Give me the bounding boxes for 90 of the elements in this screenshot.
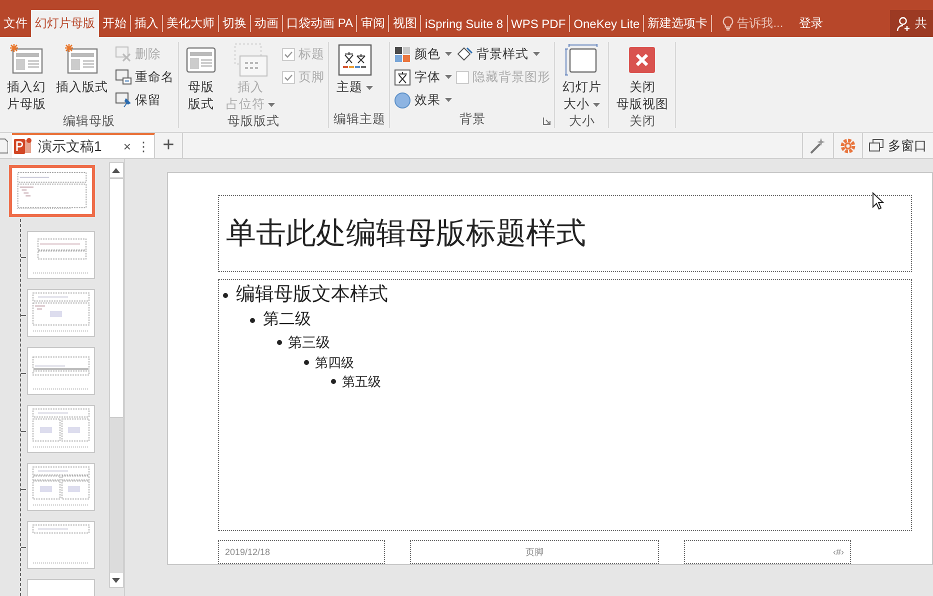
slide-thumbnail[interactable] [27,521,95,569]
ribbon-button[interactable]: 保留 [115,90,174,110]
ribbon-tab[interactable]: 视图 [389,10,420,37]
bullet-text: 编辑母版文本样式 [236,283,388,308]
ribbon-tab[interactable]: 切换 [219,10,250,37]
new-tab-button[interactable]: + [155,133,183,158]
ribbon-tab[interactable]: OneKey Lite [570,10,644,37]
multi-window-button[interactable]: 多窗口 [862,133,933,158]
dropdown-caret-icon [366,86,373,90]
ribbon-tab[interactable]: 幻灯片母版 [31,10,99,37]
tell-me-placeholder: 告诉我... [737,15,784,32]
slide-thumbnail[interactable] [27,289,95,337]
group-label: 编辑主题 [333,111,386,128]
ribbon-button[interactable]: 插入幻 片母版 [4,42,49,113]
slide-number-placeholder[interactable]: ‹#› [684,540,851,564]
ribbon-button[interactable]: 效果 [394,90,452,110]
bullet-text: 第三级 [288,333,330,352]
scrollbar[interactable] [108,162,124,588]
ribbon-button[interactable]: 主题 [333,42,376,96]
ribbon-button[interactable]: 关闭 母版视图 [613,42,672,113]
bullet-icon [223,292,228,298]
slide-thumbnail[interactable] [27,463,95,511]
slide-size-icon [564,43,599,77]
font-icon [394,68,412,86]
person-icon [896,16,912,32]
ribbon-button[interactable]: 颜色 [394,44,452,64]
dropdown-caret-icon [593,102,600,107]
footer-placeholder[interactable]: 页脚 [410,540,659,564]
mouse-pointer-icon [872,192,884,210]
bullet-icon [277,340,282,346]
ribbon-tab[interactable]: WPS PDF [508,10,570,37]
slide-thumbnail[interactable] [27,347,95,395]
ribbon-tab[interactable]: 审阅 [357,10,388,37]
windows-icon [869,139,884,152]
circle-icon [394,92,412,108]
ribbon-tab[interactable]: 口袋动画 PA [283,10,356,37]
group-label: 关闭 [629,113,656,130]
document-tab[interactable]: 演示文稿1 × ⋮ [12,133,155,158]
dropdown-caret-icon [445,75,452,79]
ribbon-button[interactable]: 重命名 [115,67,174,87]
dropdown-caret-icon [268,102,276,107]
pin-icon [115,92,132,108]
presentation-file-icon [14,138,32,155]
tell-me-field[interactable]: 告诉我... [718,10,788,37]
ribbon-tab[interactable]: 美化大师 [163,10,218,37]
ribbon-tab[interactable]: 开始 [99,10,130,37]
date-placeholder[interactable]: 2019/12/18 [218,540,385,564]
bullet-text: 第五级 [342,373,381,392]
ribbon-button[interactable]: 幻灯片 大小 [559,42,604,113]
delete-icon [115,46,132,62]
ribbon-button[interactable]: 插入版式 [53,42,111,96]
more-button[interactable]: ⋮ [137,138,150,154]
bullet-icon [331,379,336,384]
theme-icon [338,43,372,77]
bullet-icon [304,360,309,366]
ribbon-tab[interactable]: 文件 [0,10,31,37]
scroll-up-icon[interactable] [112,168,120,172]
placeholder-icon [234,43,268,77]
slide-thumbnail[interactable] [27,231,95,279]
ribbon-tab[interactable]: 新建选项卡 [644,10,712,37]
rename-icon [115,69,132,85]
lightbulb-icon [722,16,734,31]
dropdown-caret-icon [445,98,452,102]
checkbox-label: 页脚 [298,68,324,86]
ribbon-button[interactable]: 背景样式 [456,44,550,64]
group-label: 母版版式 [228,113,280,130]
ribbon-tab[interactable]: iSpring Suite 8 [421,10,506,37]
slide-thumbnail[interactable] [9,165,95,217]
ribbon-button[interactable]: 字体 [394,67,452,87]
checkbox-label: 标题 [298,46,324,62]
group-label: 大小 [568,113,595,130]
ribbon-tab[interactable]: 插入 [131,10,162,37]
share-button[interactable]: 共 [890,10,933,37]
ribbon-tab[interactable]: 动画 [251,10,282,37]
bullet-text: 第二级 [263,310,311,330]
bullet-text: 第四级 [315,354,354,372]
scroll-down-icon[interactable] [112,578,120,582]
group-label: 编辑母版 [63,113,115,130]
dropdown-caret-icon [533,52,540,56]
dropdown-caret-icon [445,52,452,56]
bullet-icon [250,318,255,323]
group-label: 背景 [459,111,486,128]
slide-thumbnail[interactable] [27,405,95,453]
checkbox-label: 隐藏背景图形 [472,68,550,86]
paint-bucket-icon [456,46,474,62]
color-swatch-icon [394,46,412,62]
close-tab-button[interactable]: × [123,139,131,154]
dialog-launcher-icon[interactable] [543,117,552,125]
sign-in-link[interactable]: 登录 [793,10,830,37]
ribbon-button[interactable]: 母版 版式 [183,42,219,113]
